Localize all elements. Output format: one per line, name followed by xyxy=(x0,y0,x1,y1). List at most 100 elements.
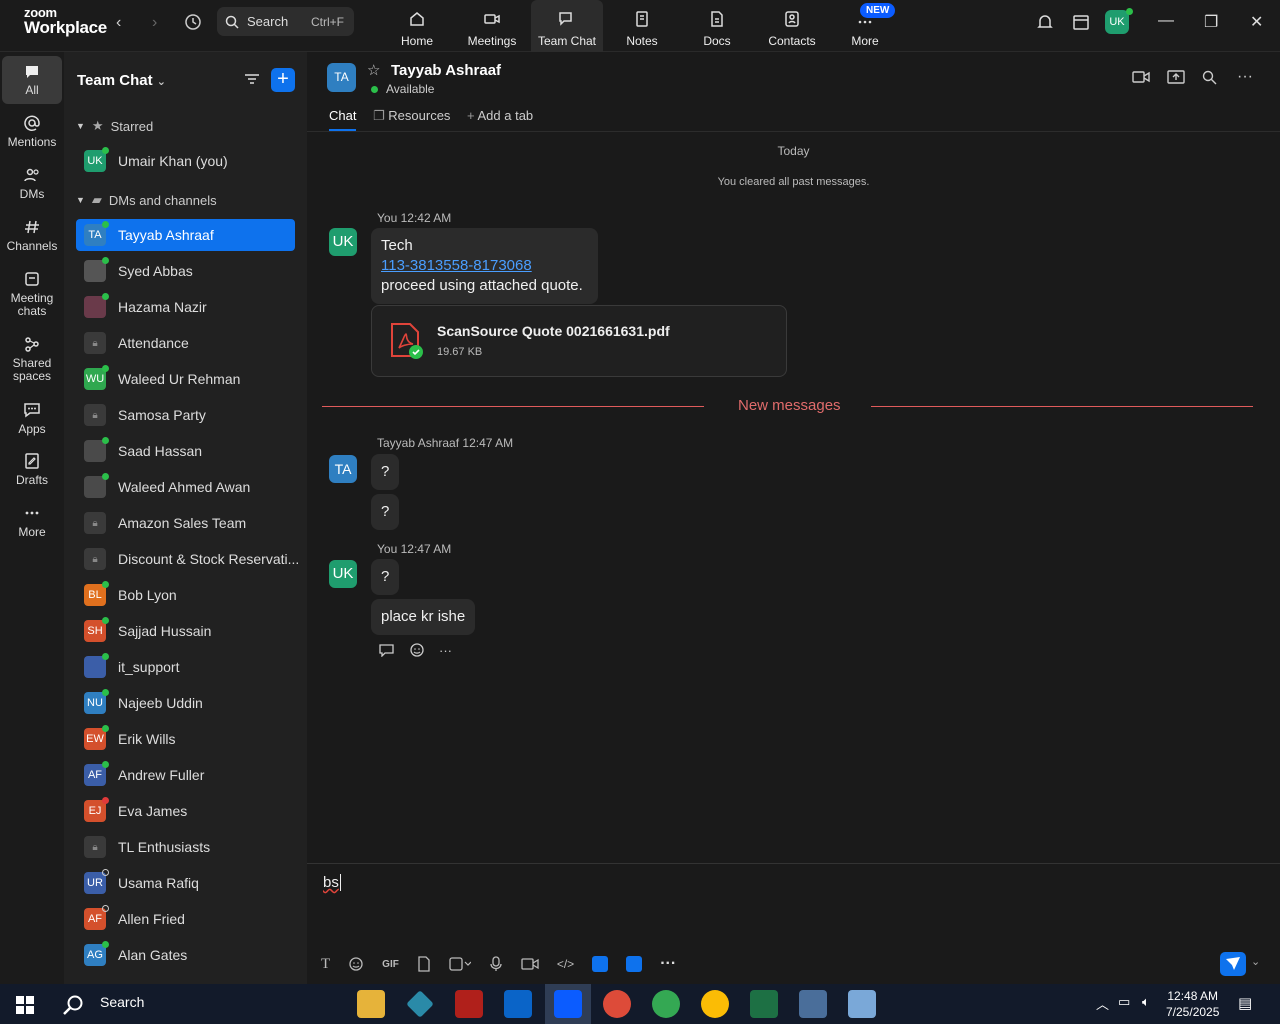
sidebar-item[interactable]: Hazama Nazir xyxy=(76,291,295,323)
excel-icon[interactable] xyxy=(750,990,778,1018)
file-icon[interactable] xyxy=(417,956,431,972)
header-name[interactable]: Tayyab Ashraaf xyxy=(391,62,501,79)
search-icon[interactable] xyxy=(1202,70,1217,90)
search-icon[interactable] xyxy=(62,994,84,1016)
dms-section[interactable]: ▼ ▰ DMs and channels xyxy=(76,192,217,208)
forward-icon[interactable]: › xyxy=(152,14,157,32)
star-outline-icon[interactable]: ☆ xyxy=(367,61,380,79)
minimize-icon[interactable]: — xyxy=(1158,12,1174,30)
chrome-icon[interactable] xyxy=(603,990,631,1018)
calculator-icon[interactable] xyxy=(799,990,827,1018)
rail-more[interactable]: More xyxy=(2,504,62,539)
volume-icon[interactable]: 🔈︎ xyxy=(1142,994,1150,1010)
avatar[interactable]: UK xyxy=(329,560,357,588)
filter-icon[interactable] xyxy=(244,71,260,92)
file-attachment[interactable]: ScanSource Quote 0021661631.pdf 19.67 KB xyxy=(371,305,787,377)
reply-icon[interactable] xyxy=(379,643,395,657)
history-icon[interactable] xyxy=(184,13,202,36)
avatar[interactable]: UK xyxy=(329,228,357,256)
app-icon[interactable] xyxy=(848,990,876,1018)
close-icon[interactable]: ✕ xyxy=(1250,12,1263,32)
network-icon[interactable]: ▭ xyxy=(1118,994,1130,1010)
chrome-icon-2[interactable] xyxy=(652,990,680,1018)
nav-docs[interactable]: Docs xyxy=(681,0,753,52)
zoom-icon[interactable] xyxy=(554,990,582,1018)
file-name[interactable]: ScanSource Quote 0021661631.pdf xyxy=(437,323,670,339)
taskbar-search[interactable]: Search xyxy=(100,994,144,1010)
order-link[interactable]: 113-3813558-8173068 xyxy=(381,257,532,274)
chrome-icon-3[interactable] xyxy=(701,990,729,1018)
back-icon[interactable]: ‹ xyxy=(116,14,121,32)
calendar-icon[interactable] xyxy=(1072,13,1090,36)
bell-icon[interactable] xyxy=(1036,13,1054,36)
video-call-icon[interactable] xyxy=(1132,70,1150,89)
sidebar-item[interactable]: 🔒︎ Amazon Sales Team xyxy=(76,507,295,539)
sidebar-item[interactable]: 🔒︎ Discount & Stock Reservati... xyxy=(76,543,299,575)
tab-chat[interactable]: Chat xyxy=(329,108,357,131)
sidebar-item[interactable]: UR Usama Rafiq xyxy=(76,867,295,899)
message-bubble[interactable]: ? xyxy=(371,454,400,490)
nav-notes[interactable]: Notes xyxy=(606,0,678,52)
code-snippet-icon[interactable]: </> xyxy=(557,957,574,971)
nav-home[interactable]: Home xyxy=(381,0,453,52)
sidebar-item[interactable]: SH Sajjad Hussain xyxy=(76,615,295,647)
more-options-icon[interactable]: ··· xyxy=(1237,68,1253,86)
text-format-icon[interactable]: T xyxy=(321,956,330,973)
tab-resources[interactable]: ❐ Resources xyxy=(373,108,450,124)
rail-meeting-chats[interactable]: Meeting chats xyxy=(2,270,62,318)
sidebar-item[interactable]: it_support xyxy=(76,651,295,683)
nav-team-chat[interactable]: Team Chat xyxy=(531,0,603,52)
chevron-down-icon[interactable]: ⌄ xyxy=(1251,955,1260,968)
more-options-icon[interactable]: ··· xyxy=(439,643,452,658)
rail-dms[interactable]: DMs xyxy=(2,166,62,201)
sidebar-item[interactable]: 🔒︎ TL Enthusiasts xyxy=(76,831,295,863)
composer-input[interactable]: bs xyxy=(323,874,341,891)
emoji-icon[interactable] xyxy=(348,956,364,972)
nav-meetings[interactable]: Meetings xyxy=(456,0,528,52)
notification-icon[interactable]: ▤ xyxy=(1238,994,1252,1012)
message-bubble[interactable]: ? xyxy=(371,494,400,530)
sidebar-item-umair-khan[interactable]: UK Umair Khan (you) xyxy=(76,145,295,177)
starred-section[interactable]: ▼ ★ Starred xyxy=(76,118,153,134)
rail-channels[interactable]: Channels xyxy=(2,218,62,253)
sidebar-item[interactable]: EW Erik Wills xyxy=(76,723,295,755)
app-icon[interactable] xyxy=(406,990,434,1018)
sidebar-item[interactable]: BL Bob Lyon xyxy=(76,579,295,611)
filezilla-icon[interactable] xyxy=(455,990,483,1018)
sidebar-item[interactable]: 🔒︎ Samosa Party xyxy=(76,399,295,431)
message-composer[interactable]: bs T GIF </> ··· ⌄ xyxy=(307,863,1280,984)
rail-apps[interactable]: Apps xyxy=(2,401,62,436)
tab-add[interactable]: + Add a tab xyxy=(467,108,533,123)
sidebar-title[interactable]: Team Chat ⌄ xyxy=(77,72,166,89)
rail-drafts[interactable]: Drafts xyxy=(2,452,62,487)
sidebar-item[interactable]: Saad Hassan xyxy=(76,435,295,467)
file-explorer-icon[interactable] xyxy=(357,990,385,1018)
rail-mentions[interactable]: Mentions xyxy=(2,114,62,149)
sidebar-item[interactable]: WU Waleed Ur Rehman xyxy=(76,363,295,395)
sidebar-item[interactable]: Waleed Ahmed Awan xyxy=(76,471,295,503)
sidebar-item[interactable]: NU Najeeb Uddin xyxy=(76,687,295,719)
header-avatar[interactable]: TA xyxy=(327,63,356,92)
sidebar-item[interactable]: 🔒︎ Attendance xyxy=(76,327,295,359)
sidebar-item[interactable]: EJ Eva James xyxy=(76,795,295,827)
new-chat-button[interactable]: + xyxy=(271,68,295,92)
user-avatar[interactable]: UK xyxy=(1105,10,1129,34)
sidebar-item[interactable]: AF Allen Fried xyxy=(76,903,295,935)
message-bubble[interactable]: ? xyxy=(371,559,400,595)
emoji-icon[interactable] xyxy=(409,642,425,658)
tray-chevron-icon[interactable]: ︿ xyxy=(1096,994,1109,1013)
system-clock[interactable]: 12:48 AM 7/25/2025 xyxy=(1166,988,1219,1020)
app-icon-1[interactable] xyxy=(592,956,609,972)
screenshot-icon[interactable] xyxy=(449,956,471,972)
message-bubble[interactable]: Tech 113-3813558-8173068 proceed using a… xyxy=(371,228,598,304)
gif-icon[interactable]: GIF xyxy=(382,959,399,970)
nav-contacts[interactable]: Contacts xyxy=(756,0,828,52)
search-box[interactable]: Search Ctrl+F xyxy=(217,7,354,36)
restore-icon[interactable]: ❐ xyxy=(1204,12,1218,32)
windows-start-icon[interactable] xyxy=(16,996,34,1014)
video-message-icon[interactable] xyxy=(521,957,539,971)
sidebar-item[interactable]: TA Tayyab Ashraaf xyxy=(76,219,295,251)
avatar[interactable]: TA xyxy=(329,455,357,483)
share-screen-icon[interactable] xyxy=(1167,69,1185,90)
outlook-icon[interactable] xyxy=(504,990,532,1018)
